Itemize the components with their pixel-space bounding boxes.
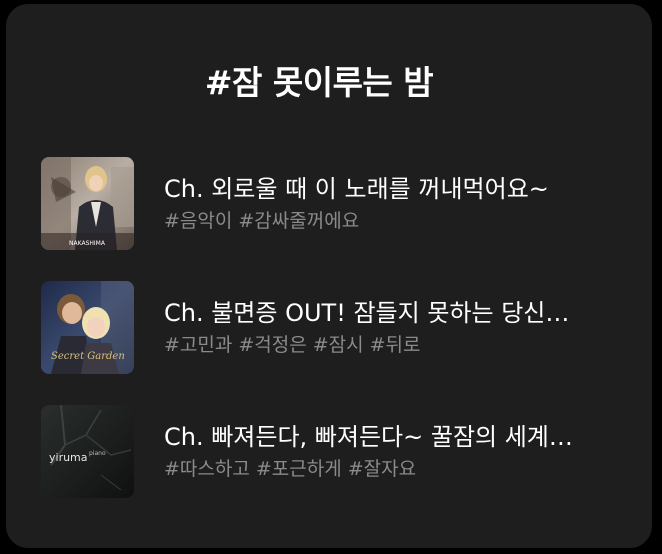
hashtag[interactable]: #음악이 xyxy=(164,210,232,232)
album-cover-1[interactable]: NAKASHIMA xyxy=(41,157,134,250)
hashtag[interactable]: #잘자요 xyxy=(348,458,416,480)
channel-item-2[interactable]: Secret Garden Ch. 불면증 OUT! 잠들지 못하는 당신… #… xyxy=(41,281,631,374)
playlist-card: #잠 못이루는 밤 NAKASHIMA Ch. 외로울 때 이 노래를 꺼내먹어… xyxy=(6,4,652,548)
hashtag[interactable]: #고민과 xyxy=(164,334,232,356)
channel-tags-1: #음악이 #감싸줄꺼에요 xyxy=(164,207,624,235)
hashtag[interactable]: #감싸줄꺼에요 xyxy=(238,210,359,232)
channel-title-2[interactable]: Ch. 불면증 OUT! 잠들지 못하는 당신… xyxy=(164,297,624,329)
hashtag[interactable]: #따스하고 xyxy=(164,458,250,480)
channel-item-3[interactable]: yiruma piano Ch. 빠져든다, 빠져든다~ 꿀잠의 세계… #따스… xyxy=(41,405,631,498)
channel-item-1[interactable]: NAKASHIMA Ch. 외로울 때 이 노래를 꺼내먹어요~ #음악이 #감싸… xyxy=(41,157,631,250)
channel-tags-3: #따스하고 #포근하게 #잘자요 xyxy=(164,455,624,483)
hashtag[interactable]: #뒤로 xyxy=(370,334,421,356)
channel-tags-2: #고민과 #걱정은 #잠시 #뒤로 xyxy=(164,331,624,359)
album-cover-3-text: yiruma xyxy=(49,451,88,464)
album-cover-2[interactable]: Secret Garden xyxy=(41,281,134,374)
playlist-title: #잠 못이루는 밤 xyxy=(204,63,434,102)
channel-info-1: Ch. 외로울 때 이 노래를 꺼내먹어요~ #음악이 #감싸줄꺼에요 xyxy=(164,173,624,235)
channel-title-3[interactable]: Ch. 빠져든다, 빠져든다~ 꿀잠의 세계… xyxy=(164,421,624,453)
album-cover-1-text: NAKASHIMA xyxy=(69,240,106,247)
hashtag[interactable]: #걱정은 xyxy=(238,334,306,356)
hashtag[interactable]: #포근하게 xyxy=(256,458,342,480)
channel-info-3: Ch. 빠져든다, 빠져든다~ 꿀잠의 세계… #따스하고 #포근하게 #잘자요 xyxy=(164,421,624,483)
hashtag[interactable]: #잠시 xyxy=(313,334,364,356)
channel-list: NAKASHIMA Ch. 외로울 때 이 노래를 꺼내먹어요~ #음악이 #감싸… xyxy=(41,157,631,529)
album-cover-3[interactable]: yiruma piano xyxy=(41,405,134,498)
album-cover-3-subtext: piano xyxy=(89,450,106,457)
channel-title-1[interactable]: Ch. 외로울 때 이 노래를 꺼내먹어요~ xyxy=(164,173,624,205)
channel-info-2: Ch. 불면증 OUT! 잠들지 못하는 당신… #고민과 #걱정은 #잠시 #뒤로 xyxy=(164,297,624,359)
album-cover-2-text: Secret Garden xyxy=(51,351,125,362)
